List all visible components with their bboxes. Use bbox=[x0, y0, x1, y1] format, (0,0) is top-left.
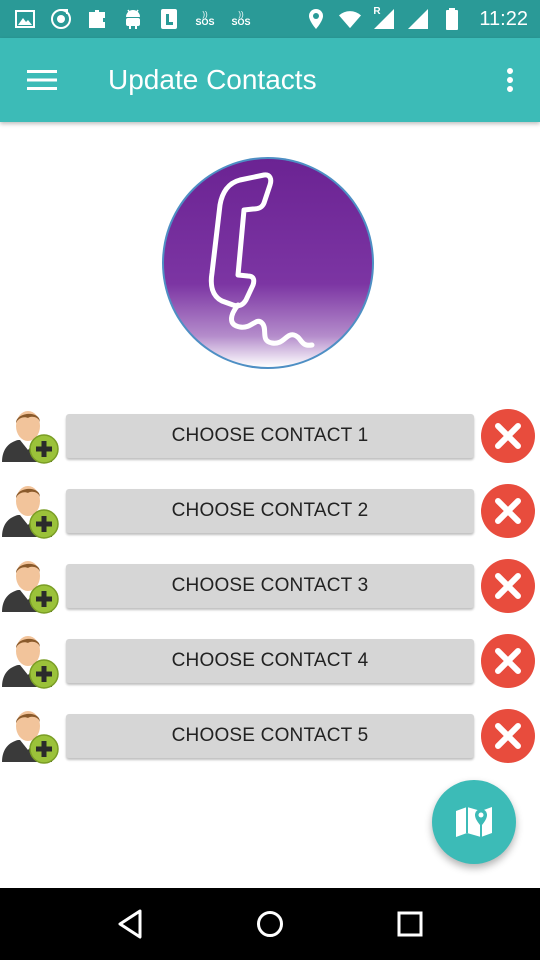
close-icon bbox=[495, 648, 521, 674]
roaming-label: R bbox=[373, 6, 381, 17]
signal-roaming-icon: R bbox=[373, 6, 395, 30]
hamburger-menu-button[interactable] bbox=[0, 38, 84, 122]
remove-contact-button-4[interactable] bbox=[481, 634, 535, 688]
status-right-icons: R 11:22 bbox=[305, 6, 540, 31]
close-icon bbox=[495, 498, 521, 524]
location-icon bbox=[305, 8, 327, 30]
overflow-menu-button[interactable] bbox=[480, 38, 540, 122]
contact-row-3: CHOOSE CONTACT 3 bbox=[0, 556, 540, 616]
contact-row-1: CHOOSE CONTACT 1 bbox=[0, 406, 540, 466]
image-icon bbox=[14, 8, 36, 30]
wifi-icon bbox=[339, 8, 362, 30]
choose-contact-button-1[interactable]: CHOOSE CONTACT 1 bbox=[66, 414, 474, 458]
page-title: Update Contacts bbox=[108, 64, 317, 95]
status-time: 11:22 bbox=[479, 7, 528, 30]
back-button[interactable] bbox=[100, 894, 160, 954]
sos-icon: )) SOS bbox=[231, 9, 251, 27]
add-contact-icon bbox=[0, 481, 62, 541]
more-vert-icon bbox=[507, 68, 513, 92]
app-bar: Update Contacts bbox=[0, 38, 540, 122]
battery-icon bbox=[441, 8, 463, 30]
home-icon bbox=[257, 911, 283, 937]
sos-icon: )) SOS bbox=[195, 9, 215, 27]
remove-contact-button-3[interactable] bbox=[481, 559, 535, 613]
add-contact-icon bbox=[0, 556, 62, 616]
choose-contact-button-4[interactable]: CHOOSE CONTACT 4 bbox=[66, 639, 474, 683]
close-icon bbox=[495, 423, 521, 449]
add-contact-icon bbox=[0, 631, 62, 691]
status-bar: )) SOS )) SOS R 11:22 bbox=[0, 0, 540, 38]
status-left-icons: )) SOS )) SOS bbox=[0, 8, 252, 30]
app-logo bbox=[160, 155, 376, 371]
back-icon bbox=[118, 909, 142, 939]
signal-icon bbox=[407, 8, 429, 30]
recents-button[interactable] bbox=[380, 894, 440, 954]
remove-contact-button-1[interactable] bbox=[481, 409, 535, 463]
map-fab-button[interactable] bbox=[432, 780, 516, 864]
puzzle-icon bbox=[86, 8, 108, 30]
sim-icon bbox=[158, 8, 180, 30]
add-contact-icon bbox=[0, 406, 62, 466]
recents-icon bbox=[397, 911, 423, 937]
choose-contact-button-5[interactable]: CHOOSE CONTACT 5 bbox=[66, 714, 474, 758]
contact-row-2: CHOOSE CONTACT 2 bbox=[0, 481, 540, 541]
remove-contact-button-2[interactable] bbox=[481, 484, 535, 538]
add-contact-icon bbox=[0, 706, 62, 766]
home-button[interactable] bbox=[240, 894, 300, 954]
contact-row-5: CHOOSE CONTACT 5 bbox=[0, 706, 540, 766]
android-icon bbox=[122, 8, 144, 30]
system-nav-bar bbox=[0, 888, 540, 960]
choose-contact-button-2[interactable]: CHOOSE CONTACT 2 bbox=[66, 489, 474, 533]
close-icon bbox=[495, 723, 521, 749]
close-icon bbox=[495, 573, 521, 599]
map-icon bbox=[456, 807, 492, 837]
choose-contact-button-3[interactable]: CHOOSE CONTACT 3 bbox=[66, 564, 474, 608]
contact-row-4: CHOOSE CONTACT 4 bbox=[0, 631, 540, 691]
music-icon bbox=[50, 8, 72, 30]
remove-contact-button-5[interactable] bbox=[481, 709, 535, 763]
hamburger-menu-icon bbox=[27, 70, 57, 90]
